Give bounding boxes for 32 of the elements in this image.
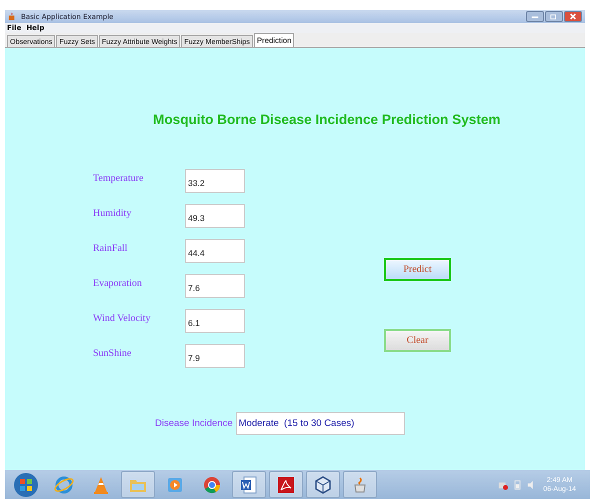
cup-icon bbox=[8, 12, 17, 21]
pdf-icon[interactable] bbox=[276, 474, 296, 494]
network-icon[interactable] bbox=[498, 480, 508, 490]
document-icon[interactable] bbox=[239, 474, 259, 494]
field-label: Temperature bbox=[93, 172, 144, 184]
field-label: RainFall bbox=[93, 242, 128, 254]
cube-icon[interactable] bbox=[313, 474, 333, 494]
field-label: SunShine bbox=[93, 348, 132, 358]
action-button[interactable]: Clear bbox=[384, 329, 451, 352]
minimize-button[interactable] bbox=[526, 11, 544, 22]
restore-icon bbox=[550, 13, 558, 20]
field-label: Wind Velocity bbox=[93, 312, 152, 324]
input-field[interactable]: 49.3 bbox=[185, 204, 245, 228]
minimize-icon bbox=[531, 14, 539, 19]
start-icon[interactable] bbox=[13, 472, 39, 498]
close-button[interactable] bbox=[564, 11, 582, 22]
action-button[interactable]: Predict bbox=[384, 258, 451, 281]
input-field[interactable]: 6.1 bbox=[185, 309, 245, 333]
input-field[interactable]: 7.6 bbox=[185, 274, 245, 298]
input-field[interactable]: 33.2 bbox=[185, 169, 245, 193]
input-field[interactable]: 44.4 bbox=[185, 239, 245, 263]
heading: Mosquito Borne Disease Incidence Prediction System bbox=[153, 112, 502, 127]
restore-button[interactable] bbox=[545, 11, 563, 22]
traffic-cone-icon[interactable] bbox=[91, 474, 111, 494]
result-field[interactable]: Moderate (15 to 30 Cases) bbox=[236, 412, 405, 435]
browser-e-icon[interactable] bbox=[54, 474, 74, 494]
close-icon bbox=[569, 13, 577, 20]
result-label: Disease Incidence bbox=[155, 418, 233, 429]
field-label: Humidity bbox=[93, 208, 132, 218]
input-field[interactable]: 7.9 bbox=[185, 344, 245, 368]
field-label: Evaporation bbox=[93, 278, 143, 288]
chrome-icon[interactable] bbox=[202, 474, 222, 494]
